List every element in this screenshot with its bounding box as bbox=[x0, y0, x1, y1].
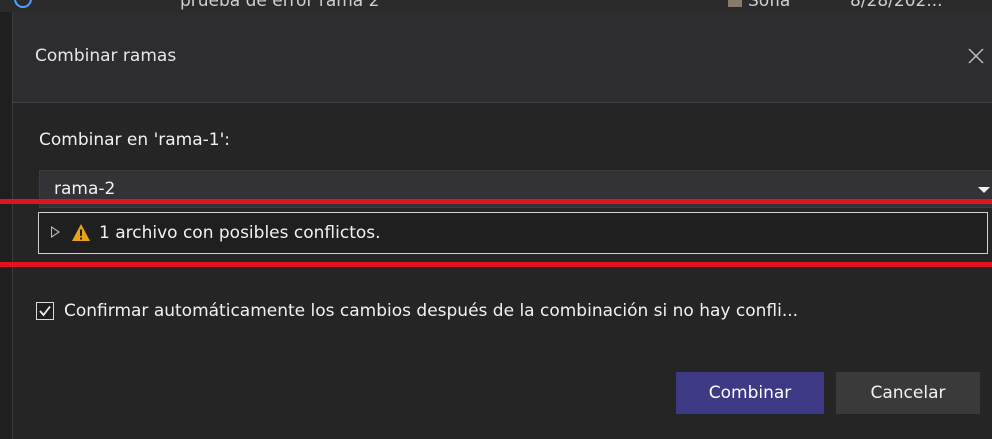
branch-select-value: rama-2 bbox=[54, 179, 116, 199]
dialog-title: Combinar ramas bbox=[35, 46, 177, 66]
checkmark-icon bbox=[39, 305, 51, 317]
background-commit-date: 8/28/202... bbox=[850, 0, 943, 11]
merge-button[interactable]: Combinar bbox=[676, 372, 824, 414]
expand-icon[interactable] bbox=[51, 226, 60, 238]
background-commit-author: Sofia bbox=[728, 0, 790, 11]
close-icon[interactable] bbox=[966, 46, 986, 66]
warning-icon bbox=[71, 223, 91, 243]
auto-commit-label: Confirmar automáticamente los cambios de… bbox=[64, 301, 799, 321]
merge-into-label: Combinar en 'rama-1': bbox=[39, 130, 230, 150]
auto-commit-checkbox[interactable] bbox=[36, 302, 54, 320]
dialog-titlebar: Combinar ramas bbox=[13, 12, 992, 103]
branch-select[interactable]: rama-2 bbox=[39, 170, 992, 208]
conflicts-expander[interactable]: 1 archivo con posibles conflictos. bbox=[38, 212, 988, 254]
author-name: Sofia bbox=[748, 0, 791, 11]
cancel-button[interactable]: Cancelar bbox=[836, 372, 980, 414]
conflicts-text: 1 archivo con posibles conflictos. bbox=[99, 223, 381, 243]
avatar bbox=[728, 0, 742, 7]
background-list-row: prueba de error rama 2 Sofia 8/28/202... bbox=[0, 0, 992, 12]
background-commit-message: prueba de error rama 2 bbox=[180, 0, 380, 11]
auto-commit-option[interactable]: Confirmar automáticamente los cambios de… bbox=[26, 298, 988, 326]
chevron-down-icon[interactable] bbox=[978, 187, 990, 193]
commit-icon bbox=[14, 0, 32, 8]
